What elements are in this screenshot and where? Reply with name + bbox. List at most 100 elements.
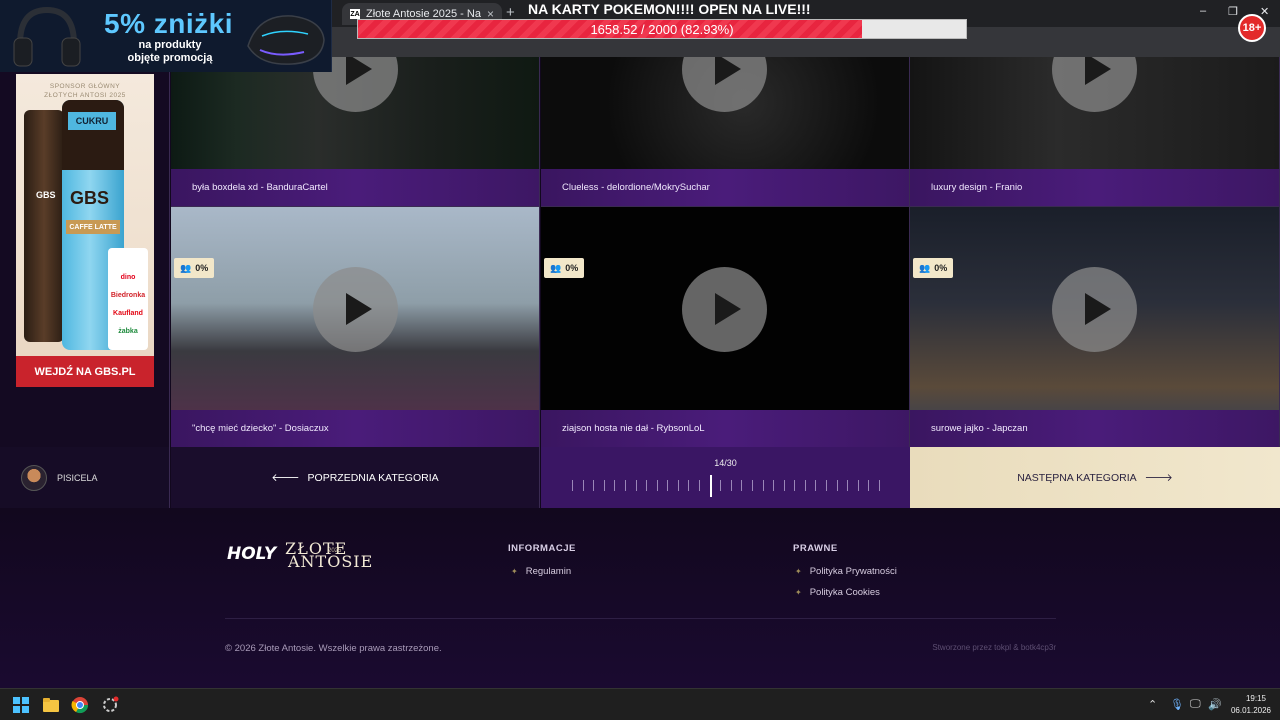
progress-tick[interactable] bbox=[603, 480, 605, 491]
progress-tick[interactable] bbox=[646, 480, 648, 491]
play-icon[interactable] bbox=[682, 267, 767, 352]
users-icon: 👥 bbox=[550, 262, 562, 273]
user-profile[interactable]: PISICELA bbox=[0, 447, 170, 508]
footer-link-label: Polityka Cookies bbox=[809, 587, 880, 598]
progress-tick[interactable] bbox=[593, 480, 595, 491]
progress-tick[interactable] bbox=[868, 480, 870, 491]
progress-tick[interactable] bbox=[847, 480, 849, 491]
tray-chevron-icon[interactable]: ⌃ bbox=[1148, 698, 1157, 711]
logo-antosie: ANTOSIE bbox=[288, 552, 374, 571]
footer-link-regulamin[interactable]: ✦ Regulamin bbox=[511, 566, 571, 577]
footer-link-privacy[interactable]: ✦ Polityka Prywatności bbox=[795, 566, 897, 577]
category-progress[interactable]: 14/30 bbox=[541, 447, 910, 508]
promo-banner[interactable]: 5% zniżki na produkty objęte promocją bbox=[0, 0, 332, 72]
clip-caption: ziajson hosta nie dał - RybsonLoL bbox=[541, 410, 909, 447]
viewers-badge: 👥 0% bbox=[174, 258, 215, 278]
progress-tick[interactable] bbox=[773, 480, 775, 491]
clip-tile[interactable]: była boxdela xd - BanduraCartel bbox=[171, 57, 540, 207]
progress-tick[interactable] bbox=[762, 480, 764, 491]
progress-tick[interactable] bbox=[614, 480, 616, 491]
donation-goal-title: NA KARTY POKEMON!!!! OPEN NA LIVE!!! bbox=[528, 1, 811, 17]
clip-tile[interactable]: 👥 0% surowe jajko - Japczan bbox=[910, 207, 1280, 448]
taskbar-time[interactable]: 19:15 bbox=[1236, 694, 1276, 703]
progress-ticks bbox=[572, 475, 880, 497]
progress-tick[interactable] bbox=[635, 480, 637, 491]
promo-headline: 5% zniżki bbox=[104, 8, 233, 39]
close-window-button[interactable]: ✕ bbox=[1260, 5, 1269, 18]
minimize-button[interactable]: – bbox=[1200, 5, 1206, 17]
play-icon[interactable] bbox=[313, 267, 398, 352]
play-icon[interactable] bbox=[1052, 267, 1137, 352]
gaming-mouse-image bbox=[247, 15, 325, 65]
windows-start-icon[interactable] bbox=[12, 696, 30, 714]
volume-icon[interactable]: 🔊 bbox=[1208, 698, 1222, 711]
progress-tick[interactable] bbox=[730, 480, 732, 491]
progress-tick[interactable] bbox=[783, 480, 785, 491]
progress-tick[interactable] bbox=[815, 480, 817, 491]
sponsor-ad[interactable]: SPONSOR GŁÓWNY ZŁOTYCH ANTOSI 2025 GBS C… bbox=[16, 74, 154, 387]
viewers-percent: 0% bbox=[195, 263, 209, 273]
users-icon: 👥 bbox=[919, 262, 931, 273]
progress-tick[interactable] bbox=[794, 480, 796, 491]
store-logos: dino Biedronka Kaufland żabka bbox=[108, 248, 148, 350]
previous-category-button[interactable]: 🡐 POPRZEDNIA KATEGORIA bbox=[171, 447, 540, 508]
store-biedronka: Biedronka bbox=[110, 292, 146, 299]
store-kaufland: Kaufland bbox=[113, 310, 143, 317]
clip-tile[interactable]: luxury design - Franio bbox=[910, 57, 1280, 207]
progress-tick[interactable] bbox=[741, 480, 743, 491]
can-brand: GBS bbox=[70, 188, 110, 208]
progress-tick[interactable] bbox=[624, 480, 626, 491]
donation-goal-progress-text: 1658.52 / 2000 (82.93%) bbox=[590, 21, 734, 37]
credits-link[interactable]: Stworzone przez tokpl & botk4cp3r bbox=[900, 643, 1056, 652]
progress-tick[interactable] bbox=[656, 480, 658, 491]
ad-cta-button[interactable]: WEJDŹ NA GBS.PL bbox=[16, 356, 154, 387]
clip-tile[interactable]: 👥 0% ziajson hosta nie dał - RybsonLoL bbox=[541, 207, 910, 448]
taskbar-date[interactable]: 06.01.2026 bbox=[1226, 706, 1276, 715]
progress-tick[interactable] bbox=[751, 480, 753, 491]
can-product: CAFFE LATTE bbox=[66, 220, 120, 234]
clip-tile[interactable]: 👥 0% "chcę mieć dziecko" - Dosiaczux bbox=[171, 207, 540, 448]
progress-tick[interactable] bbox=[572, 480, 573, 491]
progress-tick[interactable] bbox=[667, 480, 669, 491]
ad-sponsor-line2: ZŁOTYCH ANTOSI 2025 bbox=[44, 92, 126, 99]
footer-legal-title: PRAWNE bbox=[793, 543, 838, 554]
progress-tick[interactable] bbox=[688, 480, 690, 491]
can-tag: CUKRU bbox=[68, 112, 116, 130]
viewers-badge: 👥 0% bbox=[913, 258, 954, 278]
copyright: © 2026 Złote Antosie. Wszelkie prawa zas… bbox=[225, 643, 442, 654]
progress-tick-current[interactable] bbox=[709, 475, 712, 497]
footer-link-cookies[interactable]: ✦ Polityka Cookies bbox=[795, 587, 880, 598]
progress-tick[interactable] bbox=[699, 480, 701, 491]
footer-link-label: Regulamin bbox=[525, 566, 572, 577]
progress-tick[interactable] bbox=[804, 480, 806, 491]
footer-info-title: INFORMACJE bbox=[508, 543, 576, 554]
progress-tick[interactable] bbox=[582, 480, 584, 491]
clip-tile[interactable]: Clueless - delordione/MokrySuchar bbox=[541, 57, 910, 207]
headset-image bbox=[13, 6, 81, 67]
file-explorer-icon[interactable] bbox=[42, 696, 60, 714]
donation-goal-bar: 1658.52 / 2000 (82.93%) bbox=[357, 19, 967, 39]
microphone-icon[interactable]: 🎙 bbox=[1170, 698, 1184, 711]
progress-tick[interactable] bbox=[879, 480, 880, 491]
clip-caption: surowe jajko - Japczan bbox=[910, 410, 1279, 447]
progress-tick[interactable] bbox=[836, 480, 838, 491]
chrome-taskbar-icon[interactable] bbox=[71, 696, 89, 714]
promo-subline-2: objęte promocją bbox=[127, 52, 213, 64]
users-icon: 👥 bbox=[180, 262, 192, 273]
category-counter: 14/30 bbox=[714, 458, 737, 468]
next-category-button[interactable]: NASTĘPNA KATEGORIA 🡒 bbox=[910, 447, 1280, 508]
maximize-button[interactable]: ❐ bbox=[1228, 5, 1238, 18]
progress-tick[interactable] bbox=[857, 480, 859, 491]
left-sidebar: SPONSOR GŁÓWNY ZŁOTYCH ANTOSI 2025 GBS C… bbox=[0, 57, 170, 447]
progress-tick[interactable] bbox=[720, 480, 722, 491]
username: PISICELA bbox=[57, 472, 98, 483]
viewers-percent: 0% bbox=[934, 263, 948, 273]
progress-tick[interactable] bbox=[677, 480, 679, 491]
footer-link-label: Polityka Prywatności bbox=[809, 566, 897, 577]
progress-tick[interactable] bbox=[826, 480, 828, 491]
network-icon[interactable]: 🖵 bbox=[1190, 698, 1201, 711]
store-dino: dino bbox=[120, 274, 136, 281]
can-top bbox=[62, 100, 124, 170]
can-brand-small: GBS bbox=[36, 190, 56, 200]
settings-gear-icon[interactable] bbox=[101, 696, 119, 714]
